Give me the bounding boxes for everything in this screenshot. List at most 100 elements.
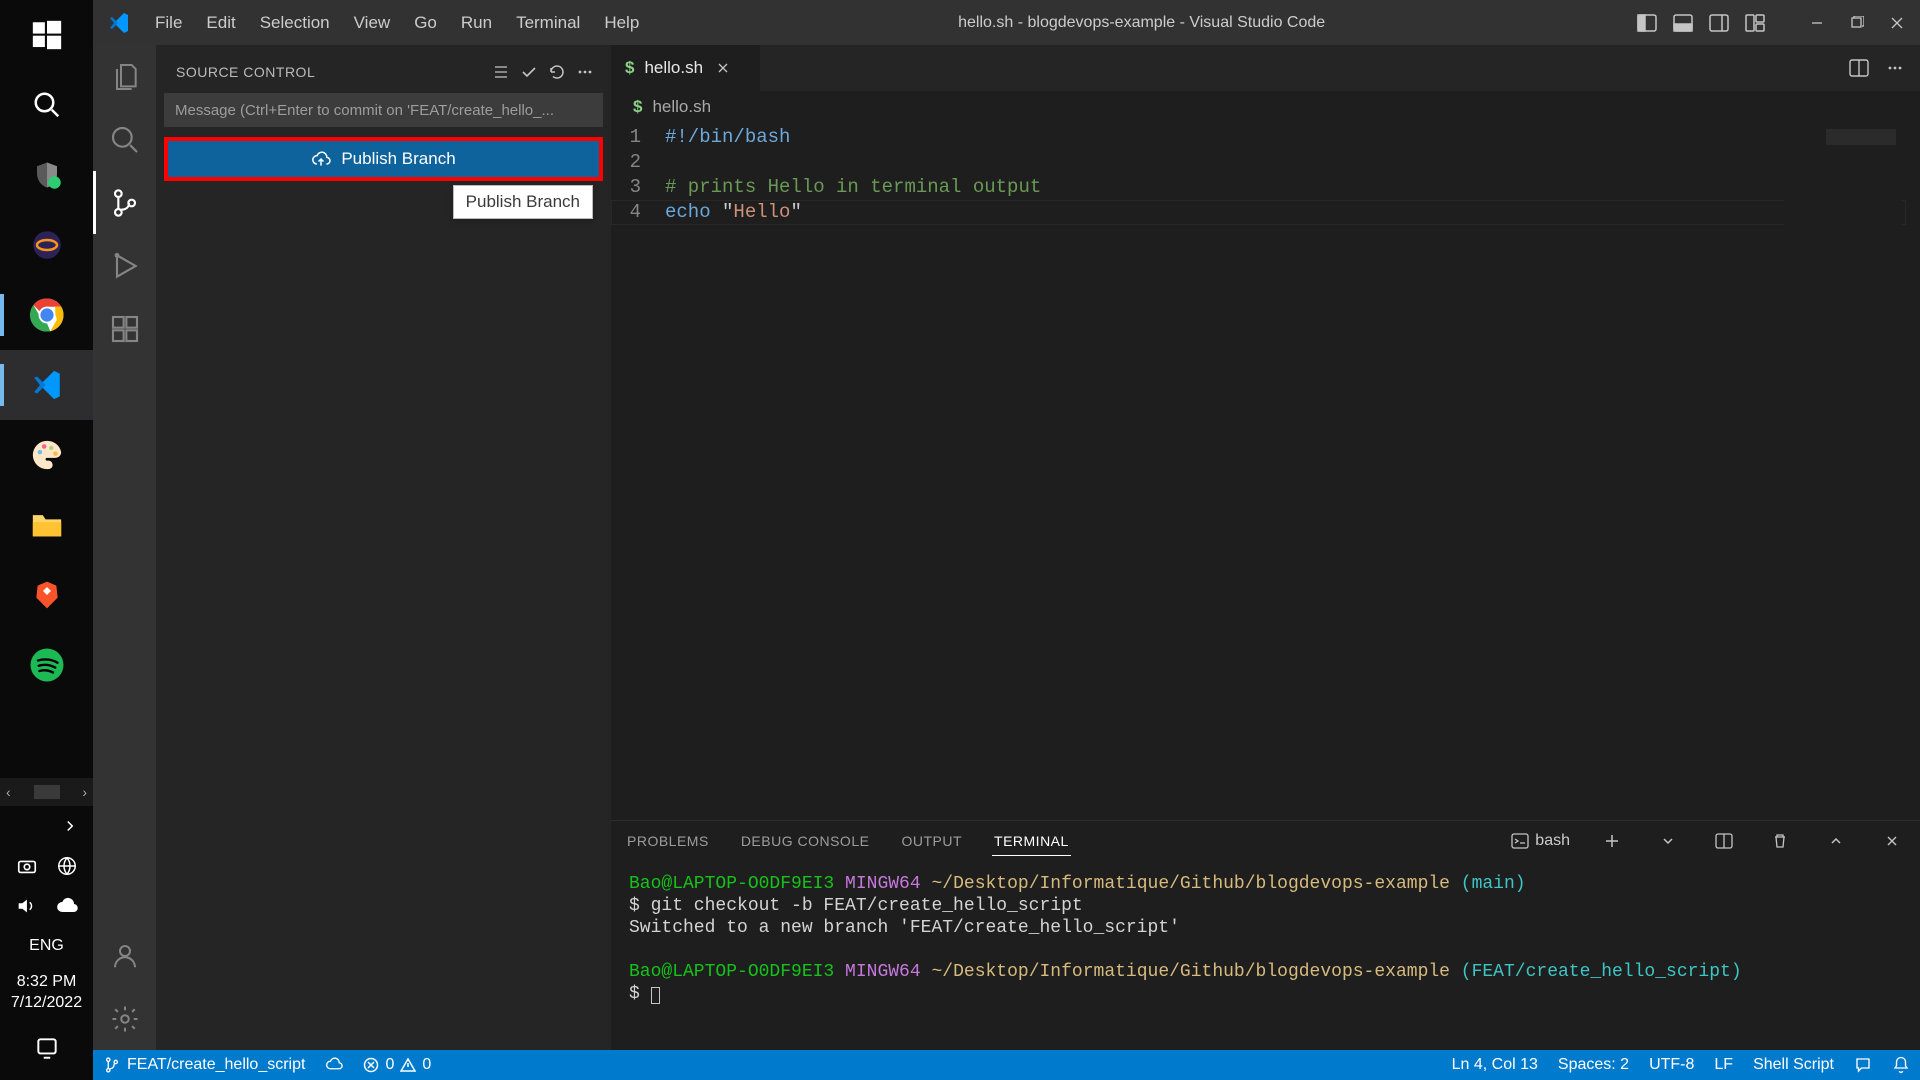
panel-tab-output[interactable]: OUTPUT — [899, 827, 964, 855]
publish-branch-label: Publish Branch — [341, 149, 455, 169]
menu-run[interactable]: Run — [449, 13, 504, 33]
taskbar-vscode[interactable] — [0, 350, 93, 420]
status-encoding[interactable]: UTF-8 — [1639, 1050, 1704, 1080]
volume-icon[interactable] — [15, 895, 37, 917]
layout-toggle-bottom-icon[interactable] — [1668, 0, 1698, 45]
tab-close-icon[interactable] — [713, 58, 733, 78]
terminal-cursor — [651, 987, 660, 1004]
window-maximize[interactable] — [1840, 0, 1874, 45]
tray-time[interactable]: 8:32 PM — [0, 972, 93, 993]
menu-help[interactable]: Help — [592, 13, 651, 33]
scm-more-icon[interactable] — [571, 58, 599, 86]
taskbar-brave[interactable] — [0, 560, 93, 630]
panel-tab-debug-console[interactable]: DEBUG CONSOLE — [739, 827, 872, 855]
menu-selection[interactable]: Selection — [248, 13, 342, 33]
publish-branch-button[interactable]: Publish Branch — [168, 141, 599, 177]
status-ln-col[interactable]: Ln 4, Col 13 — [1442, 1050, 1548, 1080]
terminal-output[interactable]: Bao@LAPTOP-O0DF9EI3 MINGW64 ~/Desktop/In… — [611, 861, 1920, 1050]
menu-terminal[interactable]: Terminal — [504, 13, 592, 33]
maximize-panel-icon[interactable] — [1822, 827, 1850, 855]
tray-date[interactable]: 7/12/2022 — [0, 993, 93, 1014]
publish-branch-tooltip: Publish Branch — [453, 185, 593, 219]
status-branch[interactable]: FEAT/create_hello_script — [93, 1050, 315, 1080]
network-icon[interactable] — [56, 855, 78, 877]
status-problems[interactable]: 0 0 — [353, 1050, 441, 1080]
status-language[interactable]: Shell Script — [1743, 1050, 1844, 1080]
scm-view-tree-icon[interactable] — [487, 58, 515, 86]
layout-customize-icon[interactable] — [1740, 0, 1770, 45]
tray-language[interactable]: ENG — [0, 936, 93, 957]
status-feedback-icon[interactable] — [1844, 1050, 1882, 1080]
activity-bar — [93, 45, 156, 1050]
breadcrumb-file: hello.sh — [652, 97, 711, 117]
bottom-panel: PROBLEMS DEBUG CONSOLE OUTPUT TERMINAL b… — [611, 820, 1920, 1050]
editor-area: $ hello.sh $ hello.sh 1 2 3 — [611, 45, 1920, 1050]
minimap[interactable] — [1784, 123, 1902, 820]
cloud-upload-icon — [311, 149, 331, 169]
editor-scrollbar[interactable] — [1902, 123, 1920, 820]
window-minimize[interactable] — [1800, 0, 1834, 45]
activity-extensions[interactable] — [93, 297, 156, 360]
activity-settings[interactable] — [93, 987, 156, 1050]
scroll-right-icon[interactable]: › — [82, 784, 87, 800]
status-eol[interactable]: LF — [1704, 1050, 1743, 1080]
activity-source-control[interactable] — [93, 171, 156, 234]
scm-commit-icon[interactable] — [515, 58, 543, 86]
status-sync[interactable] — [315, 1050, 353, 1080]
layout-toggle-left-icon[interactable] — [1632, 0, 1662, 45]
menu-go[interactable]: Go — [402, 13, 449, 33]
scm-refresh-icon[interactable] — [543, 58, 571, 86]
search-icon — [109, 124, 141, 156]
taskbar-file-explorer[interactable] — [0, 490, 93, 560]
editor-tabs: $ hello.sh — [611, 45, 1920, 91]
commit-message-input[interactable] — [164, 93, 603, 127]
terminal-shell-selector[interactable]: bash — [1511, 832, 1570, 850]
breadcrumb[interactable]: $ hello.sh — [611, 91, 1920, 123]
kill-terminal-icon[interactable] — [1766, 827, 1794, 855]
panel-tab-problems[interactable]: PROBLEMS — [625, 827, 711, 855]
chrome-icon — [29, 297, 65, 333]
terminal-dropdown-icon[interactable] — [1654, 827, 1682, 855]
split-terminal-icon[interactable] — [1710, 827, 1738, 855]
cloud-icon[interactable] — [55, 897, 79, 915]
taskbar-security[interactable] — [0, 140, 93, 210]
tab-hello-sh[interactable]: $ hello.sh — [611, 45, 761, 91]
source-control-icon — [109, 187, 141, 219]
vscode-icon — [30, 368, 64, 402]
taskbar-chrome[interactable] — [0, 280, 93, 350]
vscode-window: File Edit Selection View Go Run Terminal… — [93, 0, 1920, 1080]
code-content[interactable]: #!/bin/bash # prints Hello in terminal o… — [665, 123, 1784, 820]
taskbar-search[interactable] — [0, 70, 93, 140]
start-button[interactable] — [0, 0, 93, 70]
taskbar-spotify[interactable] — [0, 630, 93, 700]
main-menu: File Edit Selection View Go Run Terminal… — [143, 13, 651, 33]
camera-icon[interactable] — [16, 855, 38, 877]
activity-explorer[interactable] — [93, 45, 156, 108]
window-close[interactable] — [1880, 0, 1914, 45]
status-notifications-icon[interactable] — [1882, 1050, 1920, 1080]
split-editor-icon[interactable] — [1844, 53, 1874, 83]
taskbar-paint[interactable] — [0, 420, 93, 490]
status-bar: FEAT/create_hello_script 0 0 Ln 4, Col 1… — [93, 1050, 1920, 1080]
code-editor[interactable]: 1 2 3 4 #!/bin/bash # prints Hello in te… — [611, 123, 1920, 820]
panel-tab-terminal[interactable]: TERMINAL — [992, 827, 1071, 856]
activity-accounts[interactable] — [93, 924, 156, 987]
vscode-logo-icon — [107, 11, 131, 35]
status-spaces[interactable]: Spaces: 2 — [1548, 1050, 1639, 1080]
scroll-left-icon[interactable]: ‹ — [6, 784, 11, 800]
activity-search[interactable] — [93, 108, 156, 171]
menu-file[interactable]: File — [143, 13, 194, 33]
publish-branch-highlight: Publish Branch Publish Branch — [164, 137, 603, 181]
chevron-right-icon[interactable] — [61, 817, 79, 835]
layout-toggle-right-icon[interactable] — [1704, 0, 1734, 45]
close-panel-icon[interactable] — [1878, 827, 1906, 855]
taskbar-scroll[interactable]: ‹ › — [0, 778, 93, 806]
menu-edit[interactable]: Edit — [194, 13, 247, 33]
menu-view[interactable]: View — [342, 13, 403, 33]
editor-more-icon[interactable] — [1880, 53, 1910, 83]
taskbar-app-eclipse[interactable] — [0, 210, 93, 280]
notifications-icon[interactable] — [34, 1035, 60, 1061]
new-terminal-icon[interactable] — [1598, 827, 1626, 855]
system-tray: ‹ › ENG 8:32 PM 7/12/2022 — [0, 778, 93, 1080]
activity-run-debug[interactable] — [93, 234, 156, 297]
